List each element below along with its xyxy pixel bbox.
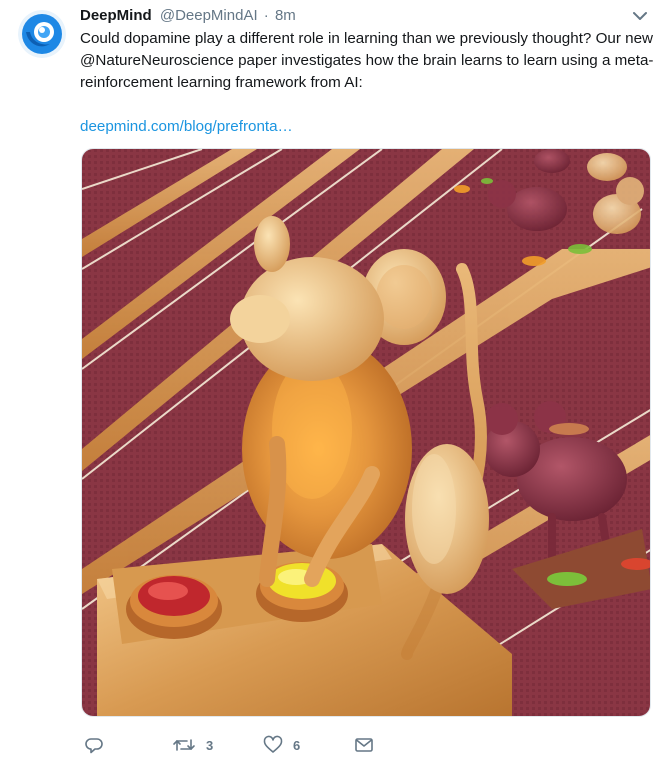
- tweet-media-image[interactable]: [81, 148, 651, 717]
- author-handle[interactable]: @DeepMindAI: [160, 7, 258, 24]
- retweet-button[interactable]: 3: [172, 735, 213, 755]
- tweet-text: Could dopamine play a different role in …: [80, 28, 655, 94]
- tweet-card[interactable]: DeepMind @DeepMindAI · 8m Could dopamine…: [0, 0, 662, 769]
- retweet-count: 3: [206, 737, 214, 753]
- direct-message-button[interactable]: [354, 735, 374, 755]
- like-count: 6: [293, 737, 301, 753]
- reply-button[interactable]: [84, 735, 114, 755]
- tweet-header: DeepMind @DeepMindAI · 8m: [80, 6, 296, 26]
- tweet-timestamp[interactable]: 8m: [275, 7, 296, 24]
- tweet-link[interactable]: deepmind.com/blog/prefronta…: [80, 117, 293, 137]
- envelope-icon: [355, 738, 373, 752]
- author-name[interactable]: DeepMind: [80, 7, 152, 24]
- deepmind-logo-icon: [18, 10, 66, 58]
- more-options-button[interactable]: [632, 8, 648, 24]
- reply-icon: [85, 738, 103, 754]
- chevron-down-icon: [633, 12, 647, 20]
- tweet-actions: 3 6: [80, 735, 640, 755]
- tweet-body: Could dopamine play a different role in …: [80, 30, 654, 91]
- retweet-icon: [173, 739, 195, 751]
- wooden-mouse-illustration: [82, 149, 650, 716]
- separator-dot: ·: [263, 7, 269, 24]
- heart-icon: [263, 735, 283, 753]
- like-button[interactable]: 6: [263, 735, 300, 755]
- avatar[interactable]: [18, 10, 66, 58]
